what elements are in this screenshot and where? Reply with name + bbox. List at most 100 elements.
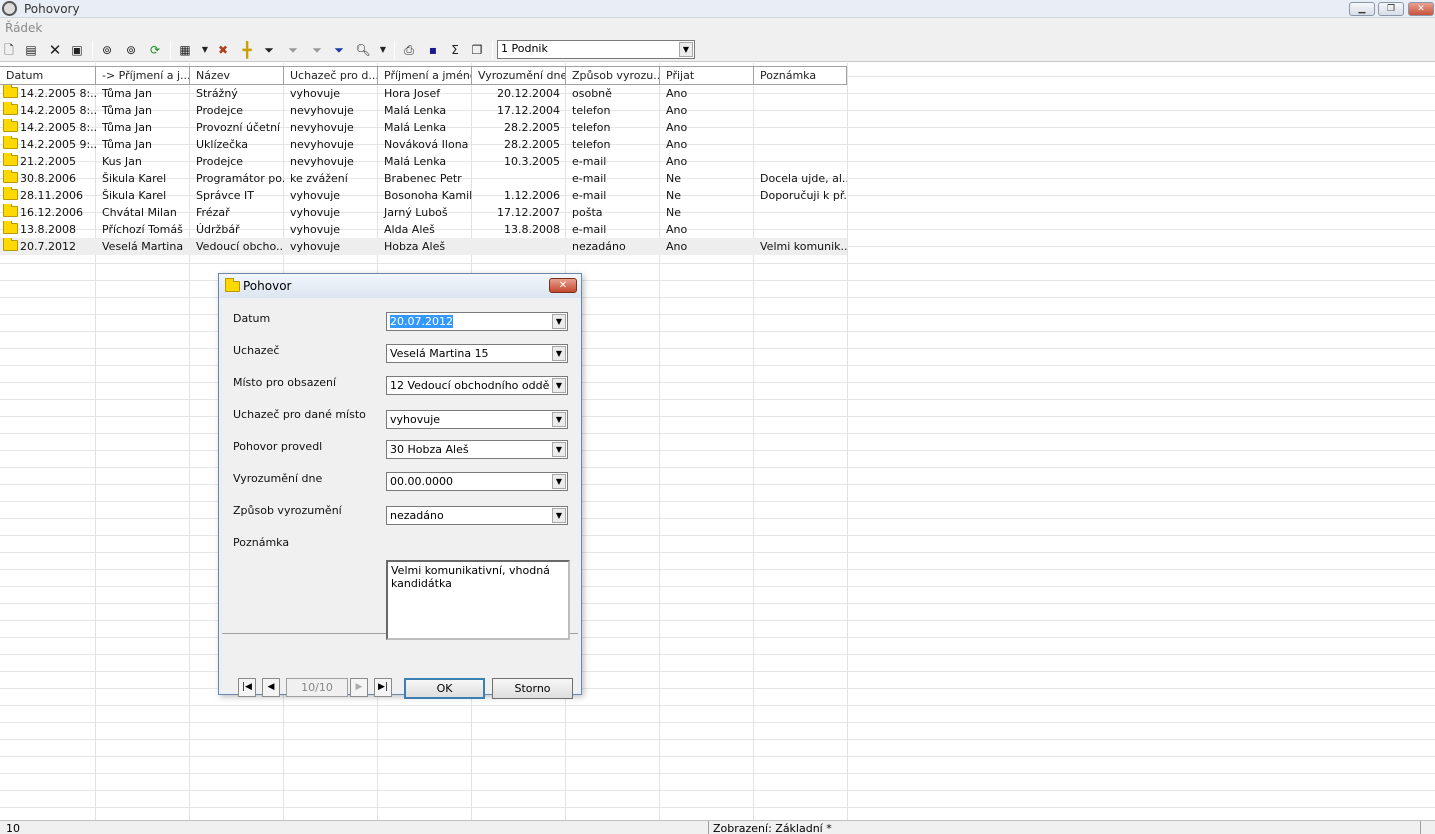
cell-interviewer[interactable]: Malá Lenka [378,153,472,170]
cell-position[interactable]: Vedoucí obcho... [190,238,284,255]
cell-applicant[interactable]: Chvátal Milan [96,204,190,221]
chevron-down-icon[interactable]: ▼ [552,346,566,361]
cell-notify-method[interactable]: pošta [566,204,660,221]
cell-interviewer[interactable]: Hora Josef [378,85,472,102]
column-header-interviewer[interactable]: Příjmení a jméno [378,67,472,85]
cell-applicant[interactable]: Tůma Jan [96,136,190,153]
table-row[interactable]: 28.11.2006 Šikula Karel Správce IT vyhovuje… [0,187,847,204]
column-header-position[interactable]: Název [190,67,284,85]
find-next-icon[interactable]: ⊚ [122,41,140,59]
minimize-button[interactable]: ▁ [1349,2,1375,16]
copy-icon[interactable]: ❐ [468,41,486,59]
column-header-suitability[interactable]: Uchazeč pro d... [284,67,378,85]
table-row[interactable]: 20.7.2012 Veselá Martina Vedoucí obcho... v… [0,238,847,255]
interviewer-select[interactable]: 30 Hobza Aleš ▼ [386,440,568,459]
resize-grip[interactable] [1420,821,1435,834]
cell-applicant[interactable]: Šikula Karel [96,187,190,204]
notify-method-select[interactable]: nezadáno ▼ [386,506,568,525]
column-header-notify-method[interactable]: Způsob vyrozu... [566,67,660,85]
cell-applicant[interactable]: Veselá Martina [96,238,190,255]
form-icon[interactable]: ▤ [22,41,40,59]
delete-icon[interactable]: ✕ [46,41,64,59]
cell-notify-date[interactable] [472,170,566,187]
ok-button[interactable]: OK [404,678,485,699]
cell-interviewer[interactable]: Hobza Aleš [378,238,472,255]
close-window-button[interactable]: ✕ [1408,2,1434,16]
cell-note[interactable]: Docela ujde, al... [754,170,847,187]
cell-date[interactable]: 13.8.2008 [0,221,96,238]
cell-suitability[interactable]: nevyhovuje [284,119,378,136]
table-row[interactable]: 14.2.2005 8:... Tůma Jan Strážný vyhovuje Ho… [0,85,847,102]
cancel-button[interactable]: Storno [492,678,573,699]
cell-interviewer[interactable]: Jarný Luboš [378,204,472,221]
applicant-select[interactable]: Veselá Martina 15 ▼ [386,344,568,363]
cell-notify-date[interactable]: 10.3.2005 [472,153,566,170]
cell-note[interactable] [754,119,847,136]
previous-record-button[interactable]: ◀ [262,678,280,697]
cell-suitability[interactable]: nevyhovuje [284,102,378,119]
cell-note[interactable]: Doporučuji k př... [754,187,847,204]
chevron-down-icon[interactable]: ▼ [552,474,566,489]
cell-applicant[interactable]: Tůma Jan [96,119,190,136]
column-header-accepted[interactable]: Přijat [660,67,754,85]
columns-dropdown-icon[interactable]: ▼ [196,41,214,59]
column-header-date[interactable]: Datum [0,67,96,85]
cell-notify-method[interactable]: e-mail [566,170,660,187]
cell-suitability[interactable]: vyhovuje [284,221,378,238]
properties-icon[interactable]: ▣ [68,41,86,59]
cell-interviewer[interactable]: Malá Lenka [378,119,472,136]
cell-interviewer[interactable]: Malá Lenka [378,102,472,119]
cell-accepted[interactable]: Ano [660,136,754,153]
cell-interviewer[interactable]: Bosonoha Kamil [378,187,472,204]
cell-notify-date[interactable]: 20.12.2004 [472,85,566,102]
cell-note[interactable] [754,85,847,102]
chevron-down-icon[interactable]: ▼ [552,412,566,427]
column-header-applicant[interactable]: -> Příjmení a j... [96,67,190,85]
table-row[interactable]: 14.2.2005 8:... Tůma Jan Provozní účetní ne… [0,119,847,136]
column-header-note[interactable]: Poznámka [754,67,847,85]
dialog-close-button[interactable]: ✕ [549,278,577,293]
cell-note[interactable] [754,221,847,238]
last-record-button[interactable]: ▶| [374,678,392,697]
cell-note[interactable]: Velmi komunik... [754,238,847,255]
cell-notify-method[interactable]: nezadáno [566,238,660,255]
cell-suitability[interactable]: ke zvážení [284,170,378,187]
cell-applicant[interactable]: Příchozí Tomáš [96,221,190,238]
cell-suitability[interactable]: vyhovuje [284,187,378,204]
cell-date[interactable]: 14.2.2005 8:... [0,85,96,102]
cell-date[interactable]: 14.2.2005 8:... [0,119,96,136]
cell-accepted[interactable]: Ano [660,85,754,102]
cell-suitability[interactable]: vyhovuje [284,85,378,102]
column-header-notify-date[interactable]: Vyrozumění dne [472,67,566,85]
cell-accepted[interactable]: Ano [660,238,754,255]
tools-icon[interactable]: ✖ [214,41,232,59]
cell-suitability[interactable]: vyhovuje [284,204,378,221]
table-row[interactable]: 16.12.2006 Chvátal Milan Frézař vyhovuje Jar… [0,204,847,221]
cell-applicant[interactable]: Tůma Jan [96,102,190,119]
cell-date[interactable]: 20.7.2012 [0,238,96,255]
find-icon[interactable]: ⊚ [98,41,116,59]
maximize-button[interactable]: ❐ [1378,2,1404,16]
cell-note[interactable] [754,136,847,153]
cell-date[interactable]: 14.2.2005 9:... [0,136,96,153]
company-select[interactable]: 1 Podnik ▼ [497,40,695,59]
cell-position[interactable]: Prodejce [190,102,284,119]
cell-position[interactable]: Provozní účetní [190,119,284,136]
cell-notify-method[interactable]: e-mail [566,187,660,204]
cell-position[interactable]: Údržbář [190,221,284,238]
cell-position[interactable]: Programátor po... [190,170,284,187]
cell-accepted[interactable]: Ano [660,221,754,238]
split-icon[interactable]: ╋ [238,41,256,59]
cell-notify-date[interactable]: 28.2.2005 [472,119,566,136]
filter-back-icon[interactable]: ⏷ [308,41,326,59]
cell-note[interactable] [754,153,847,170]
cell-accepted[interactable]: Ne [660,204,754,221]
cell-applicant[interactable]: Tůma Jan [96,85,190,102]
cell-notify-date[interactable]: 13.8.2008 [472,221,566,238]
cell-position[interactable]: Strážný [190,85,284,102]
zoom-dropdown-icon[interactable]: ▼ [374,41,392,59]
cell-date[interactable]: 14.2.2005 8:... [0,102,96,119]
cell-applicant[interactable]: Šikula Karel [96,170,190,187]
position-select[interactable]: 12 Vedoucí obchodního oddělení ▼ [386,376,568,395]
cell-position[interactable]: Prodejce [190,153,284,170]
